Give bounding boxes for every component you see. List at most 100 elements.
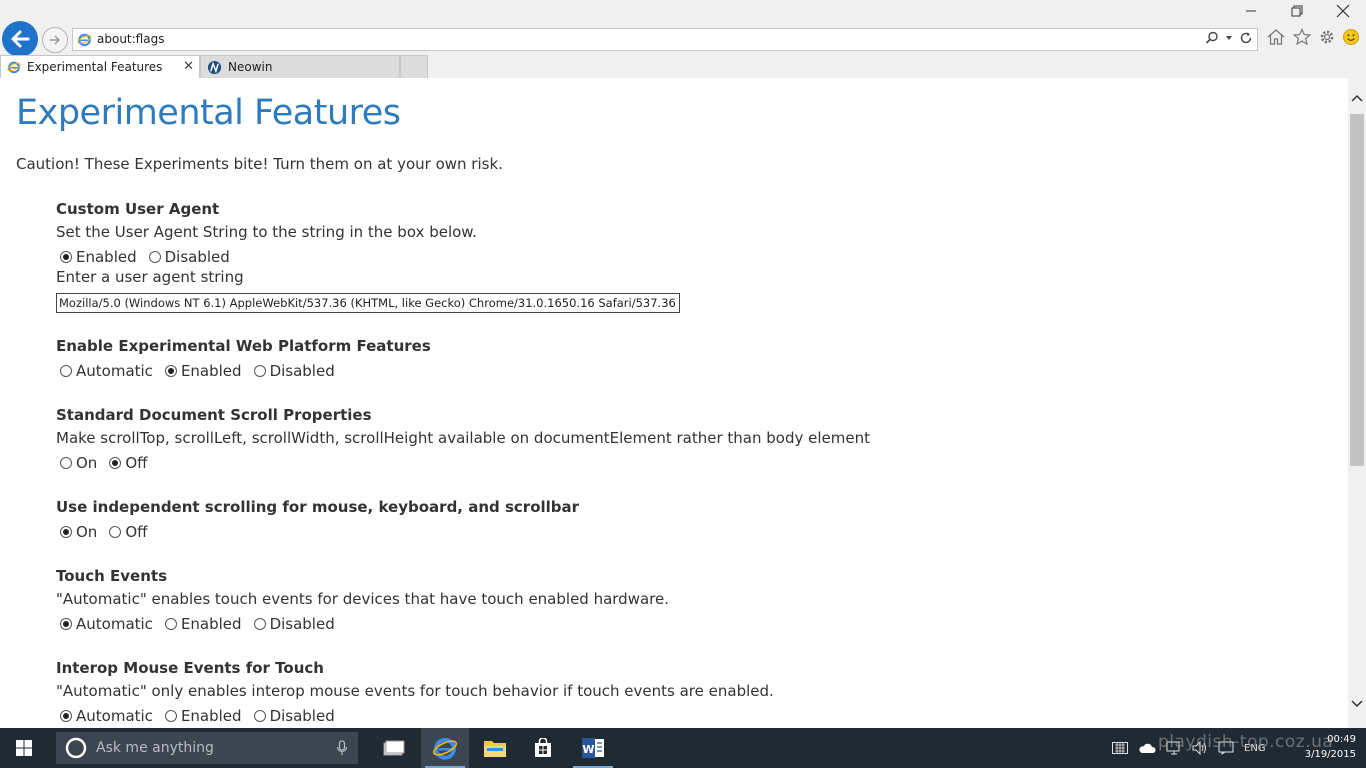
option-automatic[interactable]: Automatic xyxy=(56,615,153,633)
tab-neowin[interactable]: Neowin xyxy=(200,55,400,78)
radio-button[interactable] xyxy=(164,710,177,722)
close-window-button[interactable] xyxy=(1320,0,1366,22)
radio-button[interactable] xyxy=(109,457,122,469)
action-center-icon[interactable] xyxy=(1218,741,1234,755)
clock-date: 3/19/2015 xyxy=(1304,749,1356,760)
option-enabled[interactable]: Enabled xyxy=(56,248,137,266)
search-placeholder: Ask me anything xyxy=(96,740,214,756)
radio-button[interactable] xyxy=(164,618,177,630)
user-agent-input[interactable] xyxy=(56,293,680,313)
task-view-icon xyxy=(383,740,405,756)
radio-button[interactable] xyxy=(60,618,72,630)
cortana-search-box[interactable]: Ask me anything xyxy=(56,732,358,764)
back-button[interactable] xyxy=(2,21,38,57)
taskbar-file-explorer[interactable] xyxy=(471,728,519,768)
smiley-feedback-icon[interactable] xyxy=(1342,28,1360,46)
favorites-star-icon[interactable] xyxy=(1292,28,1312,46)
address-url[interactable]: about:flags xyxy=(97,32,164,46)
start-button[interactable] xyxy=(0,728,48,768)
option-off[interactable]: Off xyxy=(105,454,147,472)
feature-custom-user-agent: Custom User Agent Set the User Agent Str… xyxy=(56,200,1256,313)
option-on[interactable]: On xyxy=(56,454,97,472)
scroll-down-button[interactable] xyxy=(1348,696,1366,712)
refresh-icon[interactable] xyxy=(1239,31,1253,45)
tab-experimental-features[interactable]: Experimental Features ✕ xyxy=(0,55,200,78)
radio-button[interactable] xyxy=(253,618,266,630)
taskbar-internet-explorer[interactable] xyxy=(421,728,469,768)
feature-independent-scrolling: Use independent scrolling for mouse, key… xyxy=(56,498,1256,543)
page-title: Experimental Features xyxy=(16,93,401,133)
taskbar: Ask me anything W ENG 00:49 3/19/2015 xyxy=(0,728,1366,768)
taskbar-word[interactable]: W xyxy=(569,728,617,768)
restore-button[interactable] xyxy=(1274,0,1320,22)
taskbar-store[interactable] xyxy=(519,728,567,768)
minimize-button[interactable] xyxy=(1228,0,1274,22)
radio-button[interactable] xyxy=(253,710,266,722)
chevron-down-icon[interactable] xyxy=(1225,34,1233,42)
option-label: Disabled xyxy=(164,248,230,266)
ie-logo-icon xyxy=(7,61,21,74)
vertical-scrollbar[interactable] xyxy=(1348,78,1366,728)
option-off[interactable]: Off xyxy=(105,523,147,541)
browser-chrome: about:flags Experimental Features ✕ Neow… xyxy=(0,0,1366,78)
radio-button[interactable] xyxy=(253,365,266,377)
feature-options: On Off xyxy=(56,452,1256,474)
option-label: Automatic xyxy=(76,615,153,633)
radio-button[interactable] xyxy=(148,251,161,263)
page-content: Experimental Features Caution! These Exp… xyxy=(0,78,1348,728)
feature-title: Interop Mouse Events for Touch xyxy=(56,659,324,677)
home-icon[interactable] xyxy=(1266,28,1286,46)
feature-list: Custom User Agent Set the User Agent Str… xyxy=(56,200,1256,728)
option-enabled[interactable]: Enabled xyxy=(161,362,242,380)
feature-title: Use independent scrolling for mouse, key… xyxy=(56,498,580,516)
close-tab-icon[interactable]: ✕ xyxy=(183,59,194,74)
option-label: Enabled xyxy=(180,707,242,725)
task-view-button[interactable] xyxy=(370,728,418,768)
feature-title: Custom User Agent xyxy=(56,200,220,218)
option-enabled[interactable]: Enabled xyxy=(161,707,242,725)
radio-button[interactable] xyxy=(60,526,72,538)
address-bar[interactable]: about:flags xyxy=(72,28,1258,51)
option-disabled[interactable]: Disabled xyxy=(250,362,335,380)
volume-icon[interactable] xyxy=(1192,741,1208,755)
feature-description: Set the User Agent String to the string … xyxy=(56,223,477,241)
windows-logo-icon xyxy=(16,740,32,756)
option-label: On xyxy=(76,454,98,472)
radio-button[interactable] xyxy=(164,365,177,377)
radio-button[interactable] xyxy=(109,526,122,538)
feature-standard-scroll-properties: Standard Document Scroll Properties Make… xyxy=(56,406,1256,474)
microphone-icon[interactable] xyxy=(336,740,348,756)
minimize-icon xyxy=(1246,10,1256,12)
option-label: Off xyxy=(125,454,148,472)
search-icon[interactable] xyxy=(1205,31,1219,45)
system-tray: ENG xyxy=(1112,728,1266,768)
option-on[interactable]: On xyxy=(56,523,97,541)
input-language[interactable]: ENG xyxy=(1244,743,1266,754)
gear-icon[interactable] xyxy=(1318,28,1336,46)
radio-button[interactable] xyxy=(60,710,72,722)
tab-label: Experimental Features xyxy=(27,60,163,74)
forward-button[interactable] xyxy=(42,27,68,53)
option-label: Enabled xyxy=(76,248,137,266)
scrollbar-thumb[interactable] xyxy=(1350,114,1364,466)
option-disabled[interactable]: Disabled xyxy=(250,615,335,633)
option-enabled[interactable]: Enabled xyxy=(161,615,242,633)
option-automatic[interactable]: Automatic xyxy=(56,362,153,380)
feature-experimental-web-platform: Enable Experimental Web Platform Feature… xyxy=(56,337,1256,382)
new-tab-button[interactable] xyxy=(400,55,428,78)
scroll-up-button[interactable] xyxy=(1348,90,1366,106)
feature-description: "Automatic" enables touch events for dev… xyxy=(56,590,670,608)
system-clock[interactable]: 00:49 3/19/2015 xyxy=(1305,732,1356,762)
onedrive-cloud-icon[interactable] xyxy=(1138,742,1156,754)
option-label: Enabled xyxy=(180,362,242,380)
network-icon[interactable] xyxy=(1166,741,1182,755)
option-disabled[interactable]: Disabled xyxy=(145,248,230,266)
option-automatic[interactable]: Automatic xyxy=(56,707,153,725)
keyboard-icon[interactable] xyxy=(1112,742,1128,754)
radio-button[interactable] xyxy=(60,365,72,377)
chevron-up-icon xyxy=(1351,94,1363,102)
option-label: Automatic xyxy=(76,362,153,380)
option-disabled[interactable]: Disabled xyxy=(250,707,335,725)
radio-button[interactable] xyxy=(60,457,72,469)
radio-button[interactable] xyxy=(60,251,72,263)
